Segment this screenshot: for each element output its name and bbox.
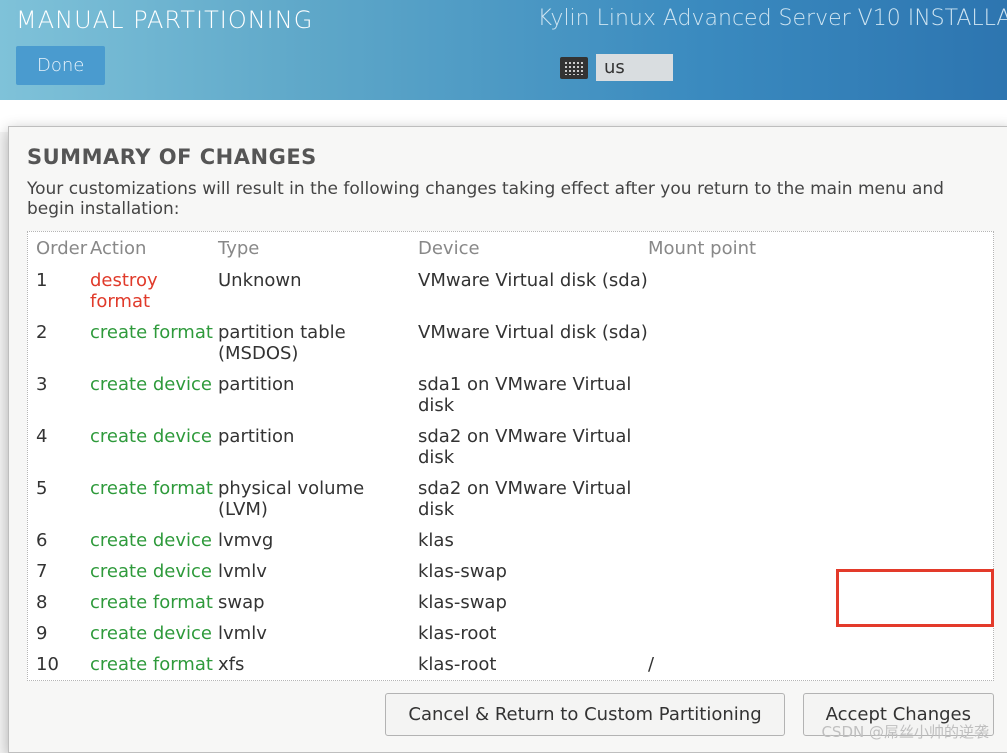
keyboard-layout: us — [596, 54, 673, 81]
cell-order: 4 — [28, 426, 90, 468]
cell-device: klas-root — [418, 623, 648, 644]
cell-order: 8 — [28, 592, 90, 613]
cell-action: create format — [90, 322, 218, 364]
cell-type: swap — [218, 592, 418, 613]
cell-mount: / — [648, 654, 993, 675]
cell-action: destroy format — [90, 270, 218, 312]
cell-mount — [648, 478, 993, 520]
cell-device: sda1 on VMware Virtual disk — [418, 374, 648, 416]
keyboard-icon — [560, 57, 588, 79]
dialog-subtitle: Your customizations will result in the f… — [27, 179, 994, 219]
cancel-button[interactable]: Cancel & Return to Custom Partitioning — [385, 693, 784, 736]
col-action: Action — [90, 238, 218, 259]
cell-action: create format — [90, 478, 218, 520]
keyboard-selector[interactable]: us — [560, 54, 673, 81]
cell-type: partition — [218, 426, 418, 468]
cell-device: klas-swap — [418, 561, 648, 582]
cell-device: klas-swap — [418, 592, 648, 613]
cell-type: lvmvg — [218, 530, 418, 551]
table-header: Order Action Type Device Mount point — [28, 232, 993, 265]
cell-action: create format — [90, 592, 218, 613]
cell-mount — [648, 270, 993, 312]
cell-mount — [648, 322, 993, 364]
cell-order: 6 — [28, 530, 90, 551]
table-row[interactable]: 3create devicepartitionsda1 on VMware Vi… — [28, 369, 993, 421]
changes-table: Order Action Type Device Mount point 1de… — [27, 231, 994, 681]
cell-device: klas-root — [418, 654, 648, 675]
table-row[interactable]: 7create devicelvmlvklas-swap — [28, 556, 993, 587]
cell-action: create device — [90, 374, 218, 416]
cell-action: create device — [90, 426, 218, 468]
summary-dialog: SUMMARY OF CHANGES Your customizations w… — [8, 126, 1007, 753]
watermark-text: CSDN @屌丝小帅的逆袭 — [821, 721, 989, 742]
cell-action: create device — [90, 561, 218, 582]
cell-order: 2 — [28, 322, 90, 364]
cell-order: 10 — [28, 654, 90, 675]
header-bar: MANUAL PARTITIONING Kylin Linux Advanced… — [0, 0, 1007, 100]
cell-mount — [648, 530, 993, 551]
cell-order: 1 — [28, 270, 90, 312]
cell-device: VMware Virtual disk (sda) — [418, 270, 648, 312]
product-title: Kylin Linux Advanced Server V10 INSTALLA… — [538, 6, 1007, 31]
table-row[interactable]: 4create devicepartitionsda2 on VMware Vi… — [28, 421, 993, 473]
table-row[interactable]: 10create formatxfsklas-root/ — [28, 649, 993, 680]
cell-type: Unknown — [218, 270, 418, 312]
cell-mount — [648, 623, 993, 644]
cell-device: sda2 on VMware Virtual disk — [418, 478, 648, 520]
cell-device: klas — [418, 530, 648, 551]
dialog-title: SUMMARY OF CHANGES — [27, 145, 994, 169]
cell-mount — [648, 374, 993, 416]
cell-action: create format — [90, 654, 218, 675]
cell-mount — [648, 561, 993, 582]
table-row[interactable]: 6create devicelvmvgklas — [28, 525, 993, 556]
table-row[interactable]: 5create formatphysical volume (LVM)sda2 … — [28, 473, 993, 525]
cell-order: 3 — [28, 374, 90, 416]
cell-mount — [648, 426, 993, 468]
table-row[interactable]: 1destroy formatUnknownVMware Virtual dis… — [28, 265, 993, 317]
col-device: Device — [418, 238, 648, 259]
cell-action: create device — [90, 623, 218, 644]
cell-type: partition — [218, 374, 418, 416]
cell-order: 9 — [28, 623, 90, 644]
cell-type: physical volume (LVM) — [218, 478, 418, 520]
cell-type: xfs — [218, 654, 418, 675]
cell-order: 5 — [28, 478, 90, 520]
cell-order: 7 — [28, 561, 90, 582]
table-row[interactable]: 9create devicelvmlvklas-root — [28, 618, 993, 649]
col-mount: Mount point — [648, 238, 993, 259]
cell-type: lvmlv — [218, 623, 418, 644]
cell-device: VMware Virtual disk (sda) — [418, 322, 648, 364]
cell-type: partition table (MSDOS) — [218, 322, 418, 364]
cell-type: lvmlv — [218, 561, 418, 582]
col-type: Type — [218, 238, 418, 259]
table-row[interactable]: 8create formatswapklas-swap — [28, 587, 993, 618]
done-button[interactable]: Done — [16, 46, 105, 85]
cell-device: sda2 on VMware Virtual disk — [418, 426, 648, 468]
col-order: Order — [28, 238, 90, 259]
table-row[interactable]: 2create formatpartition table (MSDOS)VMw… — [28, 317, 993, 369]
cell-action: create device — [90, 530, 218, 551]
cell-mount — [648, 592, 993, 613]
